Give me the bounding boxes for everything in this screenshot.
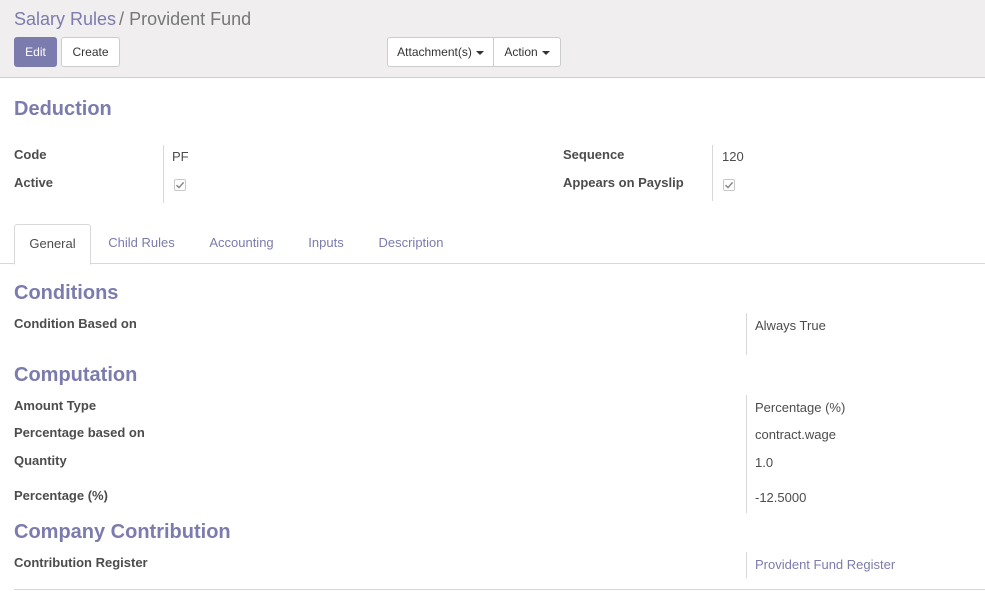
- quantity-label: Quantity: [14, 453, 67, 468]
- action-dropdown-button[interactable]: Action: [494, 37, 561, 67]
- field-divider: [746, 552, 747, 578]
- contribution-register-label: Contribution Register: [14, 555, 148, 570]
- attachments-label: Attachment(s): [397, 45, 472, 59]
- percentage-based-on-value: contract.wage: [755, 427, 836, 442]
- caret-down-icon: [541, 50, 550, 55]
- computation-section-title: Computation: [14, 364, 138, 386]
- caret-down-icon: [475, 50, 484, 55]
- active-label: Active: [14, 175, 54, 190]
- contribution-register-link[interactable]: Provident Fund Register: [755, 557, 895, 572]
- field-divider: [746, 395, 747, 513]
- tab-accounting[interactable]: Accounting: [195, 224, 288, 264]
- section-divider: [14, 589, 985, 590]
- code-value: PF: [172, 149, 189, 164]
- action-label: Action: [504, 45, 538, 59]
- control-panel: Salary Rules / Provident Fund Edit Create …: [0, 0, 985, 78]
- amount-type-value: Percentage (%): [755, 400, 846, 415]
- breadcrumb: Salary Rules / Provident Fund: [14, 8, 251, 30]
- sequence-label: Sequence: [563, 147, 625, 162]
- percentage-based-on-label: Percentage based on: [14, 425, 145, 440]
- breadcrumb-current: Provident Fund: [129, 9, 252, 29]
- percentage-value: -12.5000: [755, 490, 807, 505]
- amount-type-label: Amount Type: [14, 398, 97, 413]
- create-button[interactable]: Create: [61, 37, 120, 67]
- conditions-section-title: Conditions: [14, 282, 119, 304]
- checkmark-icon: [724, 181, 734, 189]
- breadcrumb-separator: /: [119, 9, 125, 29]
- code-label: Code: [14, 147, 47, 162]
- field-divider: [163, 145, 164, 203]
- tab-general[interactable]: General: [14, 224, 91, 265]
- company-contribution-section-title: Company Contribution: [14, 521, 231, 543]
- quantity-value: 1.0: [755, 455, 774, 470]
- form-sheet: Deduction Code PF Active Sequence 120 Ap…: [0, 79, 985, 593]
- rule-category-title: Deduction: [14, 98, 112, 120]
- edit-button[interactable]: Edit: [14, 37, 57, 67]
- field-divider: [712, 145, 713, 201]
- tab-inputs[interactable]: Inputs: [296, 224, 356, 264]
- condition-based-on-label: Condition Based on: [14, 316, 137, 331]
- breadcrumb-parent-link[interactable]: Salary Rules: [14, 9, 116, 29]
- sequence-value: 120: [722, 149, 744, 164]
- condition-based-on-value: Always True: [755, 318, 826, 333]
- checkmark-icon: [175, 181, 185, 189]
- attachments-dropdown-button[interactable]: Attachment(s): [387, 37, 494, 67]
- percentage-label: Percentage (%): [14, 488, 108, 503]
- active-checkbox: [174, 179, 186, 191]
- appears-on-payslip-label: Appears on Payslip: [563, 175, 684, 190]
- tab-description[interactable]: Description: [366, 224, 456, 264]
- tab-child-rules[interactable]: Child Rules: [95, 224, 188, 264]
- field-divider: [746, 313, 747, 355]
- notebook-tabs: General Child Rules Accounting Inputs De…: [0, 224, 985, 265]
- appears-on-payslip-checkbox: [723, 179, 735, 191]
